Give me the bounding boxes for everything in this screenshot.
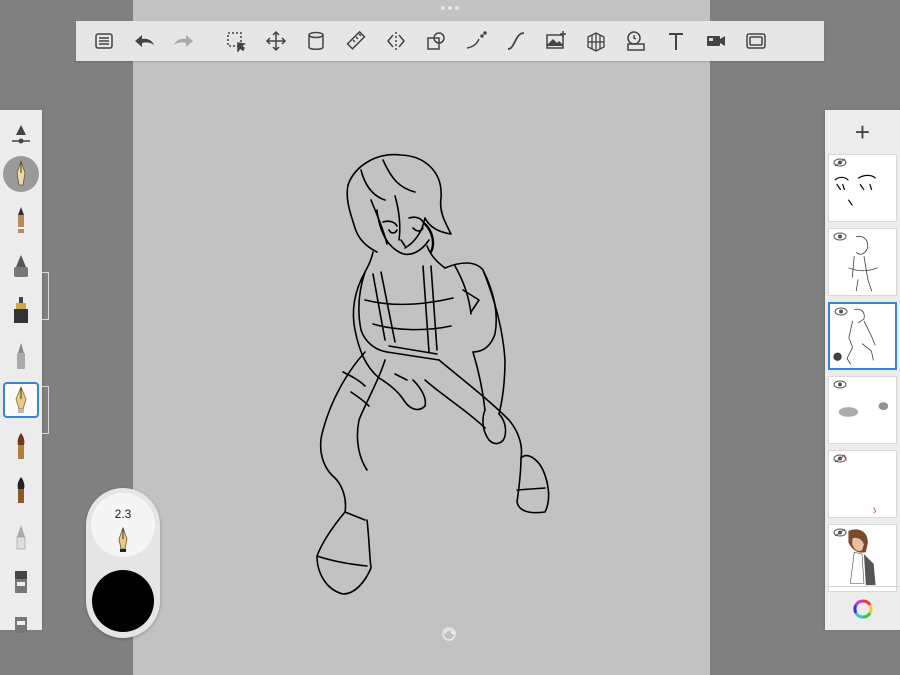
text-button[interactable] xyxy=(656,23,696,59)
layer-6-preview xyxy=(848,529,876,586)
time-lapse-icon xyxy=(627,31,645,51)
sketch-drawing xyxy=(316,153,550,595)
brush-size-value: 2.3 xyxy=(114,507,132,521)
time-lapse-button[interactable] xyxy=(616,23,656,59)
size-opacity-slider-button[interactable] xyxy=(3,116,39,152)
ink-pen-brush[interactable] xyxy=(3,156,39,192)
fullscreen-icon xyxy=(746,33,766,49)
layers-panel: + xyxy=(825,110,900,630)
redo-arrow-icon xyxy=(174,35,193,47)
brush-palette xyxy=(0,110,42,633)
slider-icon xyxy=(12,125,30,144)
palette-tab-upper[interactable] xyxy=(42,272,49,320)
layer-3-preview xyxy=(833,308,876,365)
smudge-brush[interactable] xyxy=(3,604,39,640)
layer-thumbnail-5[interactable] xyxy=(828,450,897,518)
layer-thumbnail-3[interactable] xyxy=(828,302,897,370)
stroke-style-button[interactable] xyxy=(456,23,496,59)
symmetry-button[interactable] xyxy=(376,23,416,59)
layer-thumbnail-6[interactable] xyxy=(828,524,897,592)
chisel-brush[interactable] xyxy=(3,518,39,554)
airbrush-icon xyxy=(14,255,28,277)
ruler-button[interactable] xyxy=(336,23,376,59)
move-arrows-icon xyxy=(265,30,287,52)
brush-size-control[interactable]: 2.3 xyxy=(91,493,155,557)
layer-thumbnail-2[interactable] xyxy=(828,228,897,296)
ink-brush[interactable] xyxy=(3,472,39,508)
marker-icon xyxy=(14,297,28,323)
add-layer-button[interactable]: + xyxy=(825,110,900,154)
list-icon xyxy=(95,33,113,49)
pencil-icon xyxy=(18,207,24,233)
layer-2-preview xyxy=(848,235,878,292)
menu-button[interactable] xyxy=(84,23,124,59)
brush-puck[interactable]: 2.3 xyxy=(86,488,160,638)
smudge-icon xyxy=(15,617,27,633)
chisel-icon xyxy=(16,525,26,550)
color-wheel-icon xyxy=(852,598,873,619)
main-toolbar xyxy=(76,21,824,61)
layer-thumbnail-4[interactable] xyxy=(828,376,897,444)
drawing-canvas[interactable] xyxy=(133,0,710,675)
perspective-button[interactable] xyxy=(576,23,616,59)
airbrush-brush[interactable] xyxy=(3,248,39,284)
dotted-curve-icon xyxy=(466,31,487,49)
s-curve-icon xyxy=(507,32,525,50)
layer-1-preview xyxy=(834,174,877,206)
undo-arrow-icon xyxy=(135,35,154,47)
layer-thumbnail-1[interactable] xyxy=(828,154,897,222)
paint-bucket-icon xyxy=(308,31,324,50)
marquee-select-icon xyxy=(227,32,246,52)
ink-pen-icon xyxy=(16,159,26,186)
fountain-pen-icon xyxy=(118,527,128,552)
canvas-rotate-icon[interactable] xyxy=(441,626,457,642)
pencil-brush[interactable] xyxy=(3,202,39,238)
layer-5-preview xyxy=(844,456,877,514)
marker-brush[interactable] xyxy=(3,292,39,328)
fountain-pen-icon xyxy=(15,385,27,413)
brush-tool[interactable] xyxy=(3,428,39,464)
video-camera-icon xyxy=(707,36,725,46)
paint-brush[interactable] xyxy=(3,338,39,374)
color-editor-button[interactable] xyxy=(825,586,900,630)
round-brush-icon xyxy=(17,433,25,459)
undo-button[interactable] xyxy=(124,23,164,59)
transform-button[interactable] xyxy=(256,23,296,59)
ink-brush-icon xyxy=(17,477,25,503)
eraser-brush[interactable] xyxy=(3,562,39,598)
record-button[interactable] xyxy=(696,23,736,59)
shapes-button[interactable] xyxy=(416,23,456,59)
perspective-grid-icon xyxy=(587,32,605,52)
current-color-swatch[interactable] xyxy=(92,570,154,632)
curve-button[interactable] xyxy=(496,23,536,59)
redo-button[interactable] xyxy=(164,23,204,59)
toolbar-grip[interactable] xyxy=(438,6,462,14)
eraser-icon xyxy=(15,571,27,593)
import-image-button[interactable] xyxy=(536,23,576,59)
image-add-icon xyxy=(546,31,566,49)
text-icon xyxy=(669,33,683,50)
ruler-icon xyxy=(346,30,366,50)
paint-brush-icon xyxy=(17,343,25,369)
layer-4-preview xyxy=(838,402,889,417)
selection-button[interactable] xyxy=(216,23,256,59)
fill-button[interactable] xyxy=(296,23,336,59)
pen-brush[interactable] xyxy=(3,382,39,418)
palette-tab-lower[interactable] xyxy=(42,386,49,434)
shapes-icon xyxy=(427,32,445,50)
symmetry-icon xyxy=(387,32,405,50)
fullscreen-button[interactable] xyxy=(736,23,776,59)
